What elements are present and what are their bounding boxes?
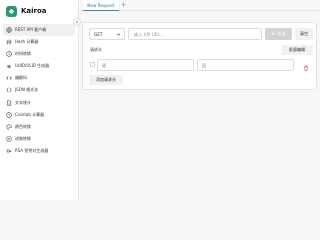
- sidebar-item-label: Hash 计算器: [15, 39, 39, 45]
- sidebar-item-label: RSA 密钥对生成器: [15, 147, 49, 153]
- sidebar-item-uuid[interactable]: UUID/ULID 生成器: [3, 60, 75, 72]
- sidebar-item-label: Crontab 计算器: [15, 111, 45, 117]
- sidebar-item-hash[interactable]: Hash 计算器: [3, 36, 75, 48]
- sidebar-item-crontab[interactable]: Crontab 计算器: [3, 109, 75, 121]
- trash-icon: [303, 56, 309, 75]
- sidebar-item-rsa[interactable]: RSA 密钥对生成器: [3, 145, 75, 157]
- hash-icon: [6, 39, 12, 45]
- sidebar-nav: REST API 客户端 Hash 计算器 时间转换 UUID/ULID 生成器…: [3, 24, 75, 157]
- document-icon: [6, 99, 12, 106]
- fingerprint-icon: [6, 63, 12, 69]
- clock-icon: [6, 51, 12, 57]
- send-button[interactable]: 发送: [265, 28, 292, 40]
- sidebar-item-color[interactable]: 颜色转换: [3, 121, 75, 133]
- sidebar: Kairoa REST API 客户端 Hash 计算器 时间转换 UUID/U…: [0, 0, 81, 200]
- sidebar-item-label: JSON 格式化: [15, 87, 39, 93]
- sidebar-item-label: REST API 客户端: [15, 27, 47, 32]
- code-icon: [6, 75, 12, 81]
- sidebar-item-label: 时间转换: [15, 51, 31, 57]
- brand: Kairoa: [6, 3, 47, 19]
- param-key-input[interactable]: [97, 59, 194, 71]
- add-param-button[interactable]: 添加请求头: [89, 75, 123, 85]
- sidebar-item-label: 编解码: [15, 75, 27, 81]
- url-input[interactable]: [128, 28, 262, 40]
- tab-bar: New Request +: [79, 0, 320, 11]
- number-icon: [6, 136, 12, 142]
- delete-param-button[interactable]: [302, 61, 310, 71]
- sidebar-item-label: 文本统计: [15, 99, 31, 105]
- sidebar-item-label: 进制转换: [15, 135, 31, 141]
- method-select[interactable]: GET: [89, 28, 125, 40]
- send-label: 发送: [277, 31, 286, 36]
- palette-icon: [6, 124, 12, 130]
- sidebar-item-radix[interactable]: 进制转换: [3, 133, 75, 145]
- add-tab-button[interactable]: +: [121, 0, 126, 11]
- clock-icon: [6, 111, 12, 118]
- clear-button[interactable]: 清空: [295, 28, 313, 40]
- app-logo-icon: [6, 5, 17, 17]
- send-icon: [271, 31, 275, 37]
- sidebar-item-encode[interactable]: 编解码: [3, 72, 75, 84]
- sidebar-item-label: UUID/ULID 生成器: [15, 63, 50, 69]
- sidebar-item-time[interactable]: 时间转换: [3, 48, 75, 60]
- request-panel: GET 发送 清空 请求头 批量编辑 添加请求头: [82, 22, 317, 90]
- sidebar-item-rest-api[interactable]: REST API 客户端: [3, 24, 75, 36]
- param-value-input[interactable]: [197, 59, 294, 71]
- tab-new-request[interactable]: New Request: [83, 0, 119, 11]
- key-icon: [6, 148, 12, 154]
- sidebar-item-json[interactable]: JSON 格式化: [3, 84, 75, 96]
- params-section-label: 请求头: [90, 47, 102, 52]
- bulk-edit-button[interactable]: 批量编辑: [281, 45, 313, 55]
- braces-icon: [6, 87, 12, 93]
- chevron-down-icon: [116, 32, 121, 38]
- sidebar-item-text-stats[interactable]: 文本统计: [3, 97, 75, 109]
- param-enable-checkbox[interactable]: [90, 62, 95, 67]
- app-name: Kairoa: [21, 7, 47, 15]
- globe-icon: [6, 27, 12, 33]
- sidebar-item-label: 颜色转换: [15, 123, 31, 129]
- method-value: GET: [94, 31, 103, 37]
